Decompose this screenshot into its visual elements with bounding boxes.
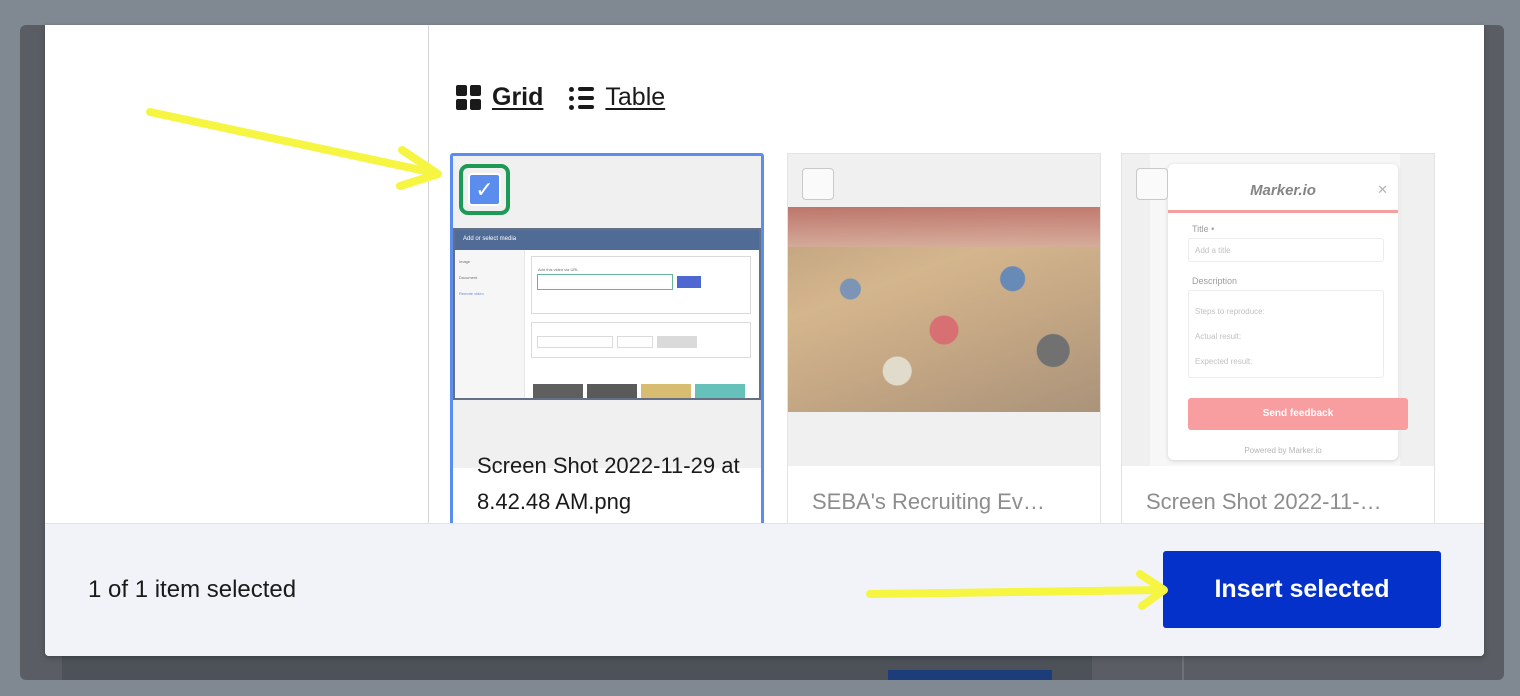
mini-side-item: Remote video — [459, 291, 484, 296]
form-powered: Powered by Marker.io — [1244, 446, 1322, 455]
form-description-field: Steps to reproduce: Actual result: Expec… — [1188, 290, 1384, 378]
media-thumbnail — [788, 154, 1100, 466]
event-photo — [788, 207, 1100, 412]
mini-thumbs — [533, 378, 745, 398]
media-card[interactable]: Marker.io ✕ Title • Add a title Descript… — [1121, 153, 1435, 533]
backdrop-divider — [1182, 655, 1184, 680]
form-title-field: Add a title — [1188, 238, 1384, 262]
list-icon — [569, 86, 595, 110]
view-toggle: Grid Table — [456, 83, 665, 112]
checkmark-icon: ✓ — [475, 176, 494, 202]
table-view-link[interactable]: Table — [569, 83, 665, 112]
modal-footer: 1 of 1 item selected Insert selected — [45, 523, 1484, 656]
form-title-label: Title • — [1192, 224, 1215, 234]
sidebar-divider — [428, 25, 429, 525]
grid-label: Grid — [492, 83, 544, 111]
form-desc-line: Actual result: — [1195, 332, 1242, 341]
mini-field-label: Add this video via URL — [538, 267, 579, 272]
media-title: SEBA's Recruiting Ev… — [812, 489, 1045, 514]
checkbox[interactable] — [802, 168, 834, 200]
form-desc-line: Steps to reproduce: — [1195, 307, 1265, 316]
form-thumbnail: Marker.io ✕ Title • Add a title Descript… — [1150, 154, 1408, 466]
form-send-button: Send feedback — [1188, 398, 1408, 430]
marker-logo: Marker.io — [1250, 182, 1316, 199]
grid-icon — [456, 85, 481, 110]
mini-add-button — [677, 276, 701, 288]
media-title: Screen Shot 2022-11-29 at 8.42.48 AM.png — [477, 453, 740, 514]
close-icon: ✕ — [1377, 182, 1388, 197]
selected-checkbox[interactable]: ✓ — [468, 173, 501, 206]
mini-side-item: Document — [459, 275, 478, 280]
form-desc-line: Expected result: — [1195, 357, 1253, 366]
grid-view-link[interactable]: Grid — [456, 83, 543, 112]
mini-name-input — [537, 336, 613, 348]
backdrop-button — [888, 670, 1052, 680]
media-card[interactable]: SEBA's Recruiting Ev… — [787, 153, 1101, 533]
selection-count: 1 of 1 item selected — [88, 576, 297, 603]
media-card-selected[interactable]: Add or select media Image Document Remot… — [450, 153, 764, 533]
mini-url-input — [537, 274, 673, 290]
mini-side-item: Image — [459, 259, 471, 264]
table-label: Table — [605, 83, 666, 111]
mini-sort-select — [617, 336, 653, 348]
media-title: Screen Shot 2022-11-… — [1146, 489, 1382, 514]
media-library-modal: Grid Table Add or select media Image Doc… — [45, 25, 1484, 656]
media-thumbnail: Marker.io ✕ Title • Add a title Descript… — [1122, 154, 1434, 466]
form-description-label: Description — [1192, 276, 1238, 286]
thumbnail-screenshot: Add or select media Image Document Remot… — [453, 228, 761, 400]
mini-header: Add or select media — [455, 230, 759, 250]
mini-apply-button — [657, 336, 697, 348]
insert-selected-button[interactable]: Insert selected — [1163, 551, 1441, 628]
checkbox[interactable] — [1136, 168, 1168, 200]
mini-sidebar: Image Document Remote video — [455, 250, 525, 398]
